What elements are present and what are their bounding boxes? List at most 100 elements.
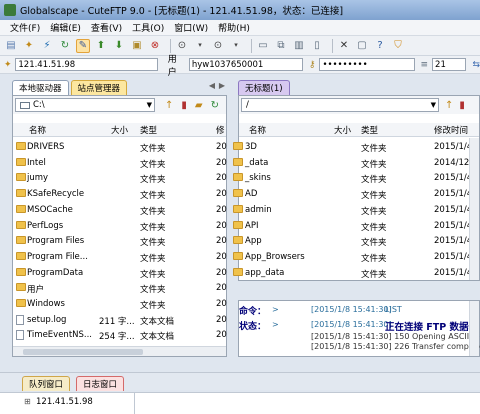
security-shield-icon[interactable]: ⛉ [391,39,405,53]
up-folder-icon[interactable]: ↑ [165,100,173,111]
table-row[interactable]: setup.log 211 字... 文本文档 20 [13,313,227,329]
host-field[interactable]: 121.41.51.98 [15,58,158,71]
edit-pencil-icon[interactable]: ✎ [76,38,90,53]
menu-window[interactable]: 窗口(W) [174,21,208,34]
local-col-type[interactable]: 类型 [140,124,157,136]
table-row[interactable]: ProgramData 文件夹 20 [13,266,227,282]
table-row[interactable]: Intel 文件夹 20 [13,156,227,172]
local-horizontal-scrollbar[interactable] [13,346,226,356]
table-row[interactable]: app_data 文件夹 2015/1/4 [233,266,472,282]
delete-icon[interactable]: ✕ [337,39,351,53]
bookmark-icon[interactable]: ▮ [181,100,187,111]
local-path-select[interactable]: C:\ ▼ [15,98,155,112]
table-row[interactable]: 用户 文件夹 20 [13,281,227,297]
table-row[interactable]: Program File... 文件夹 20 [13,250,227,266]
stop-icon[interactable]: ⊗ [148,39,162,53]
folder-icon [233,267,243,276]
cell-type: 文本文档 [140,332,175,343]
table-row[interactable]: _skins 文件夹 2015/1/4 [233,171,472,187]
help-icon[interactable]: ? [373,39,387,53]
table-row[interactable]: admin 文件夹 2015/1/4 [233,203,472,219]
table-row[interactable]: KSafeRecycle 文件夹 20 [13,187,227,203]
expand-icon[interactable]: ⊞ [24,397,31,406]
table-row[interactable]: Program Files 文件夹 20 [13,234,227,250]
back-icon[interactable]: ⊙ [175,39,189,53]
tab-remote-session[interactable]: 无标题(1) [238,80,290,95]
folder-icon [16,236,26,245]
menu-help[interactable]: 帮助(H) [218,21,250,34]
connect-wand-icon[interactable]: ✦ [22,39,36,53]
tab-site-manager[interactable]: 站点管理器 [70,80,128,95]
menu-tools[interactable]: 工具(O) [132,21,164,34]
table-row[interactable]: App_Browsers 文件夹 2015/1/4 [233,250,472,266]
password-field[interactable]: ••••••••• [319,58,415,71]
menu-view[interactable]: 查看(V) [91,21,122,34]
table-row[interactable]: jumy 文件夹 20 [13,171,227,187]
table-row[interactable]: 3D 文件夹 2015/1/4 [233,140,472,156]
chevron-down-icon: ▼ [430,101,436,109]
remote-col-size[interactable]: 大小 [334,124,351,136]
cell-type: 文件夹 [361,159,387,170]
username-field[interactable]: hyw1037650001 [188,58,303,71]
remote-vertical-scrollbar[interactable] [469,138,479,280]
view-icon[interactable]: ▭ [256,39,270,53]
local-col-date[interactable]: 修 [216,124,225,136]
connect-go-icon[interactable]: ⇆ [472,60,480,70]
tab-log-window[interactable]: 日志窗口 [76,376,125,391]
tree-item-host[interactable]: 121.41.51.98 [36,397,93,407]
table-row[interactable]: TimeEventNS... 254 字... 文本文档 20 [13,328,227,344]
bookmark-icon[interactable]: ▮ [459,100,465,111]
quick-connect-icon[interactable]: ⚡ [40,39,54,53]
menu-file[interactable]: 文件(F) [10,21,40,34]
upload-icon[interactable]: ⬆ [94,39,108,53]
port-field[interactable]: 21 [432,58,467,71]
log-line-3: [2015/1/8 15:41:30] 150 Opening ASCII mo… [311,332,480,341]
refresh-folder-icon[interactable]: ↻ [211,100,219,111]
dropdown-arrow-icon[interactable]: ▾ [193,39,207,53]
local-col-name[interactable]: 名称 [29,124,46,136]
log-vertical-scrollbar[interactable] [469,301,479,356]
tab-next-icon[interactable]: ▶ [219,81,225,90]
table-row[interactable]: PerfLogs 文件夹 20 [13,219,227,235]
remote-path-select[interactable]: / ▼ [241,98,439,112]
dropdown-arrow-icon[interactable]: ▾ [229,39,243,53]
cell-name: 3D [245,142,257,152]
up-folder-icon[interactable]: ↑ [445,100,453,111]
remote-col-type[interactable]: 类型 [361,124,378,136]
table-row[interactable]: MSOCache 文件夹 20 [13,203,227,219]
new-folder-icon[interactable]: ▰ [195,100,203,111]
cell-name: Program Files [27,236,85,247]
table-row[interactable]: App 文件夹 2015/1/4 [233,234,472,250]
forward-icon[interactable]: ⊙ [211,39,225,53]
transfer-icon[interactable]: ▣ [130,39,144,53]
rename-icon[interactable]: ▯ [310,39,324,53]
tab-queue-window[interactable]: 队列窗口 [22,376,71,391]
tab-local-drives[interactable]: 本地驱动器 [12,80,69,95]
copy-icon[interactable]: ⧉ [274,39,288,53]
cell-name: _data [245,157,269,168]
cell-date: 20 [216,267,227,278]
remote-col-name[interactable]: 名称 [249,124,266,136]
table-row[interactable]: API 文件夹 2015/1/4 [233,219,472,235]
table-row[interactable]: _data 文件夹 2014/12/3 [233,156,478,172]
folder-icon [16,173,26,182]
download-icon[interactable]: ⬇ [112,39,126,53]
site-manager-icon[interactable]: ▤ [4,39,18,53]
menu-edit[interactable]: 编辑(E) [50,21,81,34]
cell-name: AD [245,189,258,200]
local-col-size[interactable]: 大小 [111,124,128,136]
tab-prev-icon[interactable]: ◀ [209,81,215,90]
remote-col-date[interactable]: 修改时间 [434,124,468,136]
local-path-bar: C:\ ▼ ↑ ▮ ▰ ↻ [13,96,226,114]
cell-date: 20 [216,220,227,231]
command-arrow: > [272,305,279,314]
refresh-icon[interactable]: ↻ [58,39,72,53]
table-row[interactable]: Windows 文件夹 20 [13,297,227,313]
properties-icon[interactable]: ▢ [355,39,369,53]
status-arrow: > [272,320,279,329]
paste-icon[interactable]: ▥ [292,39,306,53]
bottom-panel-bar: 队列窗口 日志窗口 [0,372,480,391]
table-row[interactable]: AD 文件夹 2015/1/4 [233,187,472,203]
table-row[interactable]: DRIVERS 文件夹 20 [13,140,227,156]
toolbar-separator [332,38,333,53]
